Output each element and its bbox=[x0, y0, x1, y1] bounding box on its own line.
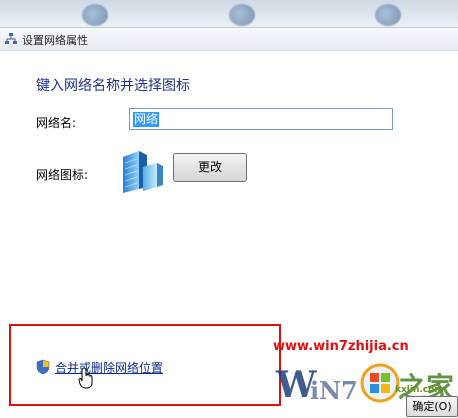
network-name-label: 网络名: bbox=[36, 116, 77, 130]
title-bar: 设置网络属性 bbox=[0, 28, 458, 51]
hand-cursor-icon bbox=[78, 367, 93, 389]
ok-button[interactable]: 确定(O) bbox=[406, 396, 458, 417]
network-name-value: 网络 bbox=[133, 112, 160, 127]
page-heading: 键入网络名称并选择图标 bbox=[36, 78, 190, 94]
watermark-site: kxlin.com bbox=[395, 385, 444, 395]
watermark-url: www.win7zhijia.cn bbox=[273, 339, 409, 354]
network-icon bbox=[229, 4, 255, 26]
svg-text:iN7: iN7 bbox=[310, 376, 358, 405]
network-name-input[interactable]: 网络 bbox=[129, 108, 393, 130]
network-icon-label: 网络图标: bbox=[36, 168, 89, 182]
network-building-icon bbox=[123, 151, 163, 193]
shield-icon bbox=[36, 359, 50, 375]
network-icon bbox=[82, 4, 108, 26]
window-title: 设置网络属性 bbox=[22, 34, 88, 47]
merge-delete-locations-link[interactable]: 合并或删除网络位置 bbox=[55, 359, 163, 376]
network-icon bbox=[5, 33, 17, 44]
change-icon-button[interactable]: 更改 bbox=[173, 153, 247, 182]
globe-icon bbox=[375, 4, 401, 26]
